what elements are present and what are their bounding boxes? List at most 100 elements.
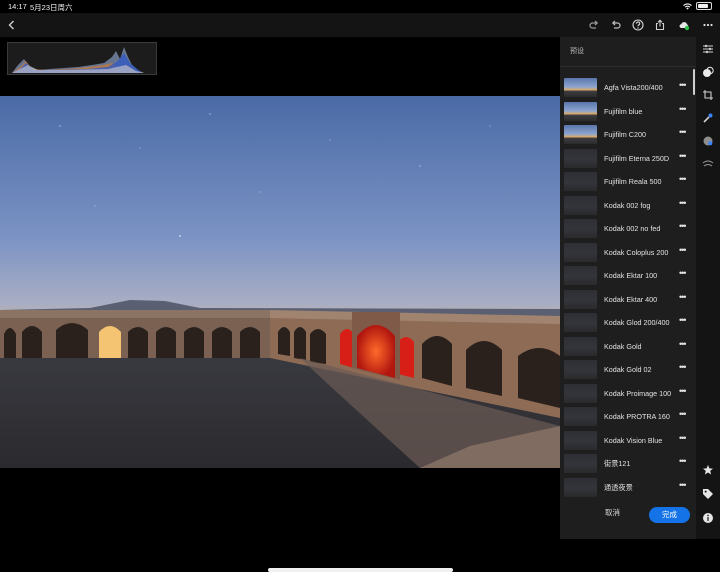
preset-label: Agfa Vista200/400 [604,83,663,92]
preset-item[interactable]: 通透夜景 ••• [560,476,696,500]
photo-canvas[interactable] [0,37,560,572]
photo[interactable] [0,96,560,468]
preset-more-button[interactable]: ••• [679,386,687,396]
preset-label: Kodak Gold [604,341,642,351]
preset-thumbnail [564,172,597,191]
share-icon [655,19,665,31]
preset-more-button[interactable]: ••• [679,339,687,349]
back-button[interactable] [2,15,22,35]
star-icon [703,465,713,475]
preset-more-button[interactable]: ••• [679,292,687,302]
preset-item[interactable]: Fujifilm Eterna 250D ••• [560,147,696,171]
preset-label: Fujifilm Eterna 250D [604,153,670,163]
preset-thumbnail [564,430,597,450]
preset-more-button[interactable]: ••• [679,410,687,419]
preset-thumbnail [564,242,597,262]
home-indicator [268,568,453,572]
preset-panel: 预设 Agfa Vista200/400 ••• Fujifilm blue ••• F… [560,37,696,539]
preset-item[interactable]: Kodak Proimage 100 ••• [560,382,696,406]
battery-icon [696,2,712,10]
preset-label: Kodak Gold 02 [604,365,652,374]
preset-list: Agfa Vista200/400 ••• Fujifilm blue ••• Fuji… [560,76,696,499]
redo-icon [589,20,599,29]
preset-thumbnail [564,360,597,379]
preset-item[interactable]: Kodak 002 no fed ••• [560,217,696,241]
preset-item[interactable]: Kodak PROTRA 160 ••• [560,405,696,429]
preset-label: Kodak 002 no fed [604,224,661,233]
cancel-button[interactable]: 取消 [605,507,620,518]
crop-tool-button[interactable] [701,88,715,102]
preset-more-button[interactable]: ••• [679,198,687,208]
edit-tool-button[interactable] [701,42,715,56]
cloud-sync-button[interactable] [674,15,694,35]
preset-more-button[interactable]: ••• [679,433,687,443]
preset-more-button[interactable]: ••• [679,363,687,372]
preset-label: Kodak 002 fog [604,200,651,210]
preset-label: Fujifilm C200 [604,130,646,139]
preset-item[interactable]: Kodak Glod 200/400 ••• [560,311,696,335]
preset-more-button[interactable]: ••• [679,222,687,231]
panel-title: 预设 [570,48,584,55]
wifi-icon [683,2,692,10]
preset-thumbnail [564,383,597,403]
undo-icon [611,20,621,29]
preset-label: Fujifilm Reala 500 [604,177,662,186]
preset-label: Kodak Ektar 400 [604,294,658,304]
preset-label: Kodak Vision Blue [604,435,663,445]
preset-thumbnail [564,266,597,285]
preset-item[interactable]: Fujifilm Reala 500 ••• [560,170,696,194]
preset-item[interactable]: Kodak Ektar 400 ••• [560,288,696,312]
status-bar: 14:17 5月23日周六 [0,0,720,13]
preset-item[interactable]: Fujifilm blue ••• [560,100,696,124]
preset-label: 街景121 [604,459,631,468]
undo-button[interactable] [606,15,626,35]
preset-label: Kodak Ektar 100 [604,271,658,280]
share-button[interactable] [650,15,670,35]
healing-tool-button[interactable] [701,111,715,125]
keyword-button[interactable] [701,487,715,501]
preset-label: Fujifilm blue [604,106,643,116]
preset-more-button[interactable]: ••• [679,269,687,278]
preset-thumbnail [564,148,597,168]
presets-tool-button[interactable] [701,65,715,79]
preset-thumbnail [564,313,597,332]
redo-button[interactable] [584,15,604,35]
preset-thumbnail [564,78,597,97]
preset-item[interactable]: Agfa Vista200/400 ••• [560,76,696,100]
preset-thumbnail [564,125,597,144]
selective-icon [703,136,713,146]
panel-divider [560,66,696,67]
selective-tool-button[interactable] [701,134,715,148]
rating-button[interactable] [701,463,715,477]
preset-item[interactable]: Kodak Coloplus 200 ••• [560,241,696,265]
preset-item[interactable]: Kodak Vision Blue ••• [560,429,696,453]
preset-item[interactable]: Fujifilm C200 ••• [560,123,696,147]
preset-more-button[interactable]: ••• [679,175,687,184]
sliders-icon [703,44,713,54]
preset-item[interactable]: Kodak 002 fog ••• [560,194,696,218]
preset-more-button[interactable]: ••• [679,128,687,137]
tool-rail [696,37,720,539]
preset-item[interactable]: 街景121 ••• [560,452,696,476]
preset-item[interactable]: Kodak Gold 02 ••• [560,358,696,382]
preset-item[interactable]: Kodak Gold ••• [560,335,696,359]
preset-more-button[interactable]: ••• [679,104,687,114]
info-icon [703,513,713,523]
preset-more-button[interactable]: ••• [679,457,687,466]
preset-more-button[interactable]: ••• [679,81,687,90]
cloud-sync-icon [679,22,690,31]
optics-tool-button[interactable] [701,157,715,171]
healing-icon [703,113,713,123]
preset-more-button[interactable]: ••• [679,316,687,325]
preset-item[interactable]: Kodak Ektar 100 ••• [560,264,696,288]
preset-more-button[interactable]: ••• [679,245,687,255]
info-button[interactable] [701,511,715,525]
preset-label: Kodak PROTRA 160 [604,412,670,421]
preset-more-button[interactable]: ••• [679,151,687,161]
more-button[interactable] [698,15,718,35]
top-toolbar [0,13,720,37]
done-button[interactable]: 完成 [649,507,690,523]
presets-icon [703,66,714,77]
help-button[interactable] [628,15,648,35]
preset-more-button[interactable]: ••• [679,480,687,490]
